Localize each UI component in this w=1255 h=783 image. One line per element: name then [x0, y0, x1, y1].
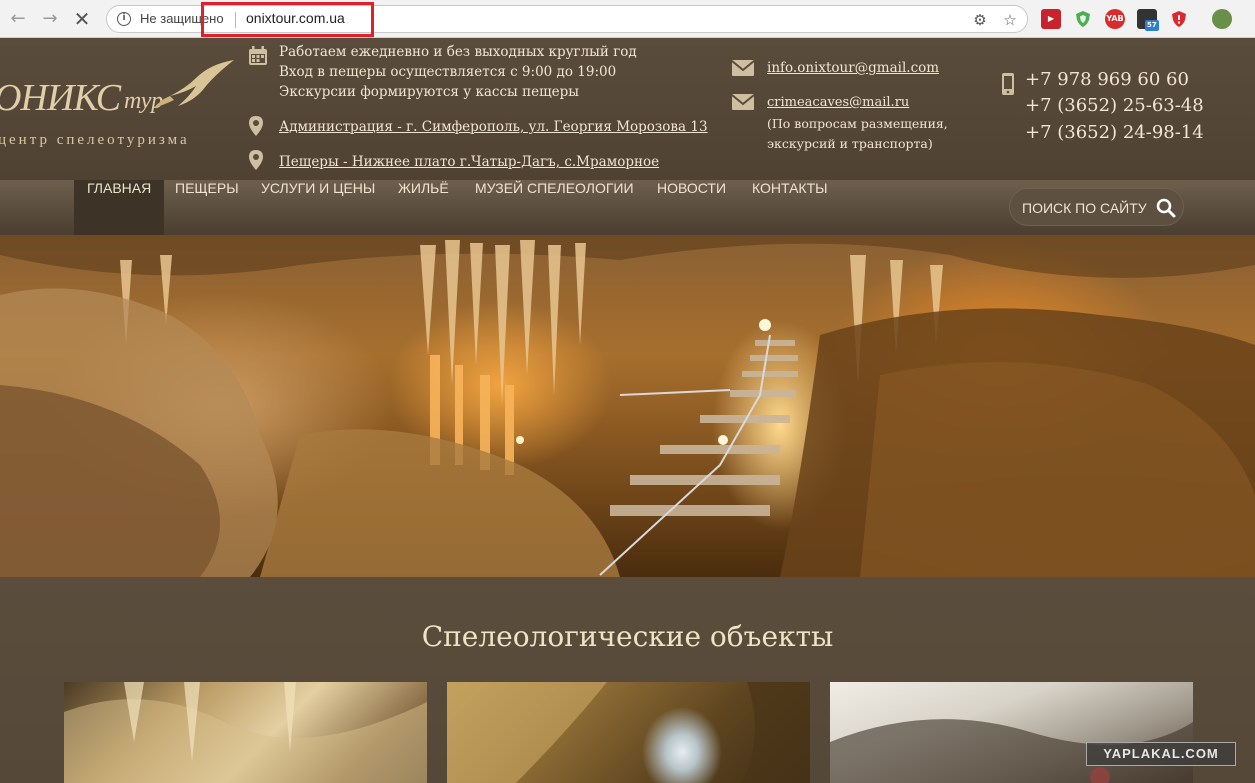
site-header: ОНИКС тур центр спелеотуризма Работаем е…: [0, 38, 1255, 180]
bookmark-star-icon[interactable]: ☆: [1000, 10, 1020, 30]
cave-card-illustration: [830, 719, 1193, 783]
email-note-line-2: экскурсий и транспорта): [767, 136, 933, 151]
schedule-line-1: Работаем ежедневно и без выходных круглы…: [279, 44, 637, 60]
nav-item-housing[interactable]: ЖИЛЬЁ: [398, 180, 449, 235]
schedule-line-2: Вход в пещеры осуществляется с 9:00 до 1…: [279, 64, 617, 80]
cave-card-illustration: [64, 682, 427, 783]
nav-item-speleology-museum[interactable]: МУЗЕЙ СПЕЛЕОЛОГИИ: [475, 180, 634, 235]
spy-ext-icon[interactable]: 57: [1137, 9, 1159, 31]
location-pin-icon: [249, 150, 263, 170]
logo-text[interactable]: ОНИКС: [0, 76, 121, 120]
phone-icon: [1002, 73, 1014, 95]
nav-item-caves[interactable]: ПЕЩЕРЫ: [175, 180, 239, 235]
profile-avatar[interactable]: [1212, 9, 1232, 29]
nav-item-contacts[interactable]: КОНТАКТЫ: [752, 180, 828, 235]
search-icon[interactable]: [1156, 198, 1176, 218]
mail-icon: [731, 94, 755, 110]
cave-card-illustration: [447, 682, 810, 783]
email-info-link[interactable]: info.onixtour@gmail.com: [767, 58, 939, 78]
cave-scene-illustration: [0, 235, 1255, 577]
info-icon[interactable]: i: [117, 12, 131, 26]
schedule-line-3: Экскурсии формируются у кассы пещеры: [279, 84, 579, 100]
phone-number-1[interactable]: +7 978 969 60 60: [1025, 69, 1189, 90]
logo-bird-icon: [154, 60, 234, 108]
cave-card-image[interactable]: [64, 682, 427, 783]
forward-arrow-icon[interactable]: →: [40, 9, 60, 29]
mail-icon: [731, 60, 755, 76]
browser-toolbar: ← → ✕ i Не защищено onixtour.com.ua ⚙ ☆ …: [0, 0, 1255, 38]
shield-ext-icon[interactable]: [1073, 9, 1093, 29]
nav-item-home[interactable]: ГЛАВНАЯ: [74, 180, 165, 235]
nav-item-services-prices[interactable]: УСЛУГИ И ЦЕНЫ: [261, 180, 375, 235]
adblock-ext-icon[interactable]: [1169, 9, 1189, 29]
stop-loading-icon[interactable]: ✕: [72, 9, 92, 29]
video-ext-icon[interactable]: ▶: [1041, 9, 1061, 29]
email-note-line-1: (По вопросам размещения,: [767, 116, 948, 131]
nav-item-news[interactable]: НОВОСТИ: [657, 180, 726, 235]
logo-subtitle: центр спелеотуризма: [0, 132, 190, 148]
location-pin-icon: [249, 116, 263, 136]
ext-badge-count: 57: [1145, 20, 1159, 31]
cave-card-image[interactable]: [830, 682, 1193, 783]
watermark: YAPLAKAL.COM: [1086, 742, 1236, 766]
email-caves-link[interactable]: crimeacaves@mail.ru: [767, 93, 909, 113]
hero-cave-image: [0, 235, 1255, 577]
search-label: ПОИСК ПО САЙТУ: [1022, 200, 1147, 216]
main-content: Спелеологические объекты: [0, 577, 1255, 783]
section-title: Спелеологические объекты: [421, 620, 834, 653]
site-search-button[interactable]: ПОИСК ПО САЙТУ: [1009, 188, 1184, 226]
yab-ext-icon[interactable]: YAB: [1105, 9, 1125, 29]
translate-icon[interactable]: ⚙: [970, 10, 990, 30]
calendar-icon: [249, 46, 267, 65]
address-admin-link[interactable]: Администрация - г. Симферополь, ул. Геор…: [279, 117, 708, 137]
url-highlight-box: [201, 2, 374, 37]
cave-card-image[interactable]: [447, 682, 810, 783]
phone-number-2[interactable]: +7 (3652) 25-63-48: [1025, 95, 1204, 116]
back-arrow-icon[interactable]: ←: [8, 9, 28, 29]
address-caves-link[interactable]: Пещеры - Нижнее плато г.Чатыр-Дагъ, с.Мр…: [279, 152, 659, 172]
phone-number-3[interactable]: +7 (3652) 24-98-14: [1025, 122, 1204, 143]
